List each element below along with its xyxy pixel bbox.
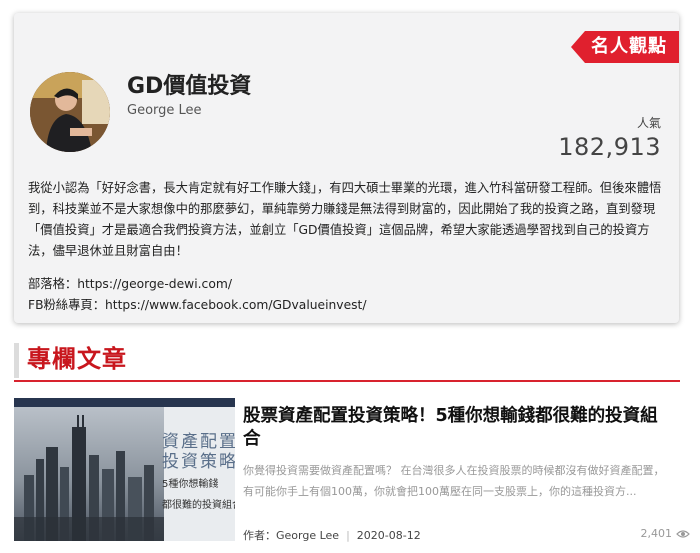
celebrity-badge: 名人觀點 bbox=[571, 31, 679, 63]
thumbnail-strip bbox=[14, 398, 235, 407]
profile-author: George Lee bbox=[127, 103, 202, 118]
article-thumbnail[interactable]: 資產配置 投資策略 5種你想輸錢 都很難的投資組合 bbox=[14, 398, 235, 541]
section-title: 專欄文章 bbox=[27, 345, 127, 373]
avatar[interactable] bbox=[30, 72, 110, 152]
fb-link[interactable]: FB粉絲專頁：https://www.facebook.com/GDvaluei… bbox=[28, 295, 367, 316]
thumbnail-line-4: 都很難的投資組合 bbox=[162, 500, 235, 511]
skyline-drawing bbox=[14, 415, 164, 541]
article-title[interactable]: 股票資產配置投資策略！5種你想輸錢都很難的投資組合 bbox=[243, 405, 673, 451]
section-accent-bar bbox=[14, 343, 19, 378]
blog-link[interactable]: 部落格：https://george-dewi.com/ bbox=[28, 274, 367, 295]
article-date: 2020-08-12 bbox=[356, 529, 421, 542]
thumbnail-text: 資產配置 投資策略 5種你想輸錢 都很難的投資組合 bbox=[162, 432, 235, 514]
thumbnail-line-3: 5種你想輸錢 bbox=[162, 479, 219, 490]
thumbnail-line-1: 資產配置 bbox=[162, 432, 235, 452]
avatar-image bbox=[30, 72, 110, 152]
thumbnail-line-2: 投資策略 bbox=[162, 452, 235, 472]
profile-links: 部落格：https://george-dewi.com/ FB粉絲專頁：http… bbox=[28, 274, 367, 316]
profile-name: GD價值投資 bbox=[127, 74, 252, 99]
eye-icon bbox=[676, 530, 690, 538]
profile-card: 名人觀點 GD價值投資 George Lee 人氣 182,913 我從小認為「… bbox=[14, 13, 679, 323]
article-author[interactable]: 作者：George Lee bbox=[243, 529, 339, 542]
article-meta: 作者：George Lee | 2020-08-12 bbox=[243, 527, 421, 543]
article-excerpt: 你覺得投資需要做資產配置嗎？ 在台灣很多人在投資股票的時候都沒有做好資產配置，有… bbox=[243, 464, 665, 498]
profile-bio: 我從小認為「好好念書，長大肯定就有好工作賺大錢」，有四大碩士畢業的光環，進入竹科… bbox=[28, 178, 668, 262]
bio-text: 我從小認為「好好念書，長大肯定就有好工作賺大錢」，有四大碩士畢業的光環，進入竹科… bbox=[28, 181, 662, 258]
article-views: 2,401 bbox=[640, 527, 673, 540]
meta-separator: | bbox=[346, 529, 350, 542]
section-divider bbox=[14, 380, 680, 382]
city-skyline-image bbox=[14, 407, 164, 541]
popularity-label: 人氣 bbox=[636, 116, 661, 130]
popularity-value: 182,913 bbox=[558, 133, 661, 161]
